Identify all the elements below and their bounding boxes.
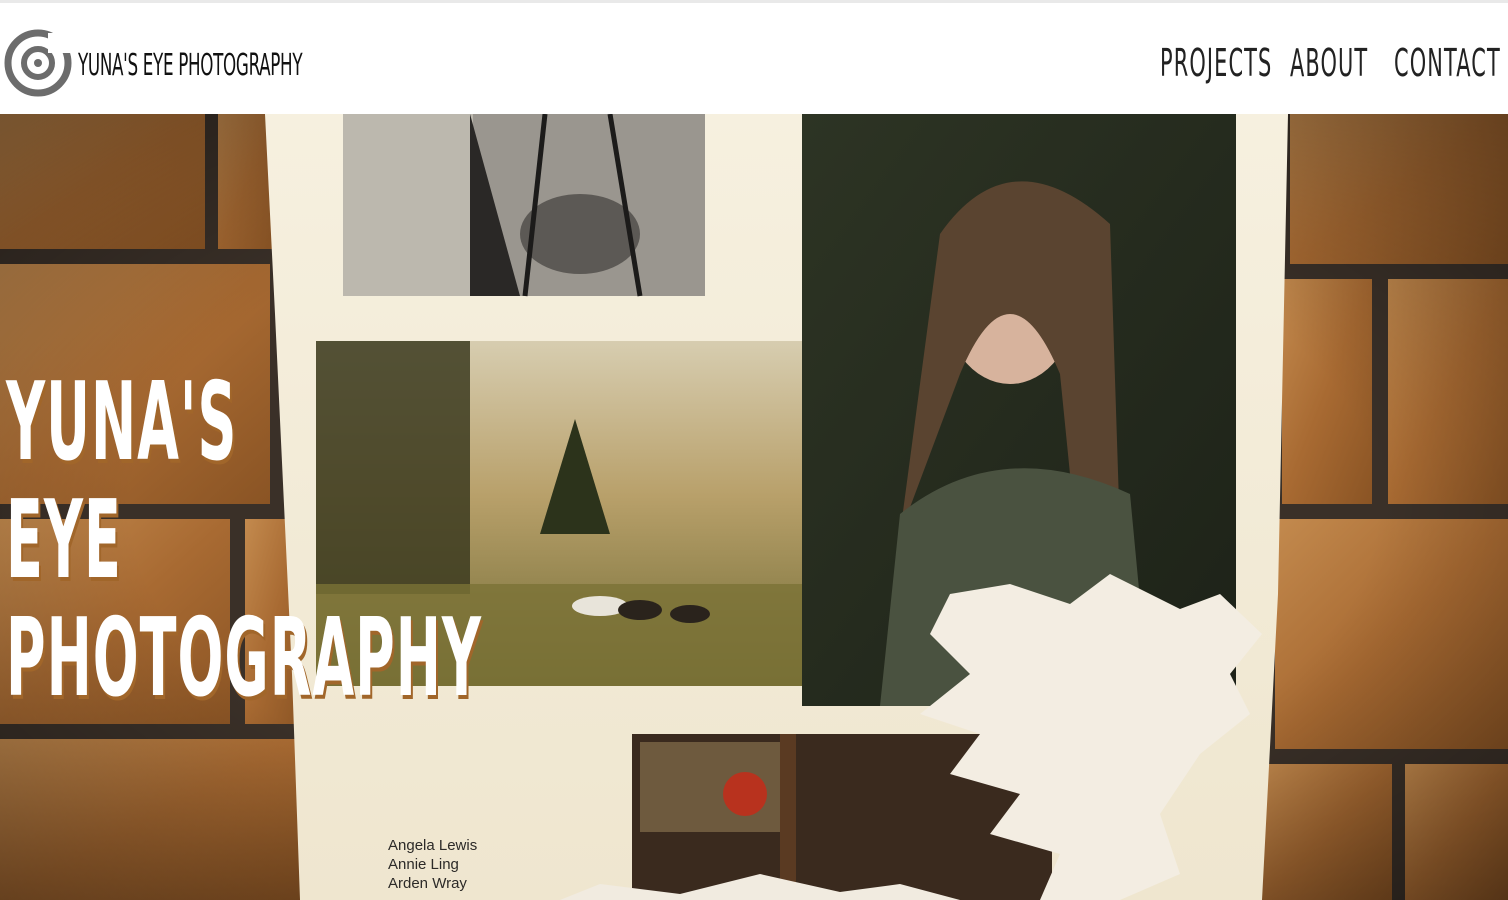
hero-title-line: Eye <box>6 478 122 603</box>
nav-projects[interactable]: Projects <box>1160 41 1272 85</box>
credit-line: Annie Ling <box>388 856 459 873</box>
nav-about[interactable]: About <box>1290 41 1368 85</box>
photo-credits: Angela Lewis Annie Ling Arden Wray <box>388 836 477 893</box>
hero-title-line: Yuna's <box>6 360 238 485</box>
hero-banner: Yuna's Eye Photography Angela Lewis Anni… <box>0 114 1508 900</box>
credit-line: Arden Wray <box>388 875 467 892</box>
hero-title: Yuna's Eye Photography <box>6 364 958 718</box>
nav-contact[interactable]: Contact <box>1394 41 1501 85</box>
credit-line: Angela Lewis <box>388 837 478 854</box>
site-header: Yuna's Eye Photography Projects About Co… <box>0 3 1508 114</box>
main-nav: Projects About Contact <box>1160 41 1500 87</box>
hero-title-line: Photography <box>6 596 482 721</box>
brand-name[interactable]: Yuna's Eye Photography <box>78 48 303 83</box>
eye-logo-icon[interactable] <box>4 29 72 97</box>
